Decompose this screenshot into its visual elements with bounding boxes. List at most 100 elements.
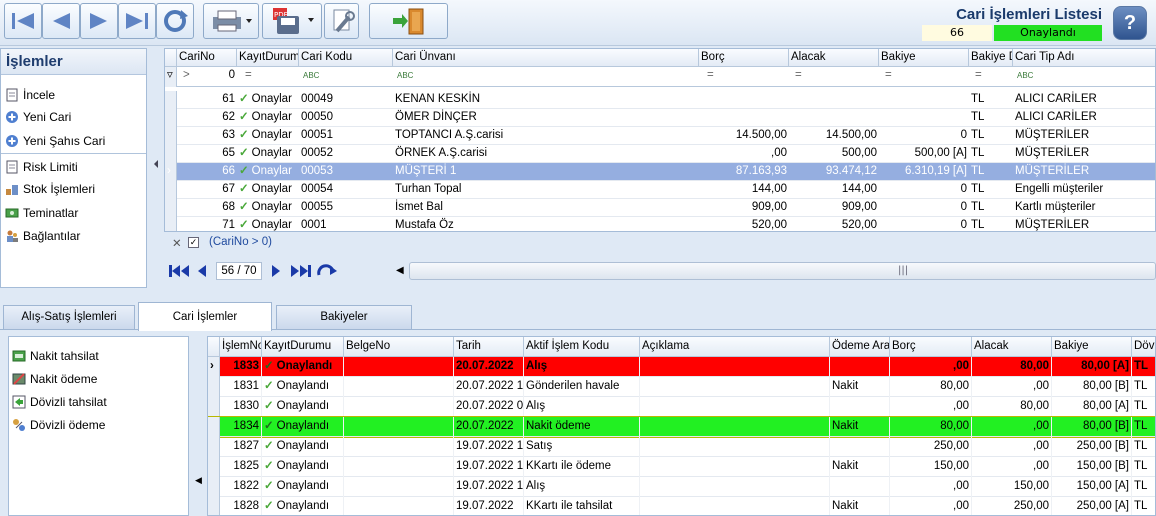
cell-odeme (830, 397, 890, 417)
tab-cari-islemler[interactable]: Cari İşlemler (138, 302, 272, 331)
header-doviz[interactable]: Döviz (1132, 337, 1155, 357)
cell-tarih: 19.07.2022 (454, 497, 524, 515)
first-record-button[interactable] (4, 3, 42, 39)
table-row[interactable]: 1822 ✓ Onaylandı 19.07.2022 1 Alış ,00 150,00 1… (208, 477, 1155, 497)
filter-arrow-icon: > (183, 69, 190, 81)
cell-bd: TL (971, 183, 985, 195)
table-row[interactable]: 1825 ✓ Onaylandı 19.07.2022 1 KKartı ile öde… (208, 457, 1155, 477)
export-pdf-button[interactable]: PDF (262, 3, 322, 39)
ops2-item-cash-collection[interactable]: Nakit tahsilat (12, 347, 99, 365)
ops-item-guarantees[interactable]: Teminatlar (5, 204, 78, 222)
header-belge-no[interactable]: BelgeNo (344, 337, 454, 357)
header-islem-no[interactable]: İşlemNo (220, 337, 262, 357)
left-splitter[interactable] (149, 48, 163, 288)
ops-item-new-person-account[interactable]: Yeni Şahıs Cari (5, 132, 105, 150)
horizontal-scrollbar[interactable]: ||| (409, 262, 1156, 280)
row-indicator (165, 199, 177, 217)
nav-first-icon[interactable] (168, 264, 190, 278)
status-text: Onaylar (251, 201, 292, 213)
previous-record-button[interactable] (42, 3, 80, 39)
header-alacak[interactable]: Alacak (789, 49, 879, 67)
header-cari-tip-adi[interactable]: Cari Tip Adı (1013, 49, 1155, 67)
filter-value[interactable]: 0 (205, 67, 237, 85)
header-aktif-islem-kodu[interactable]: Aktif İşlem Kodu (524, 337, 640, 357)
cell-status: ✓ Onaylar (237, 127, 299, 145)
ops-item-view[interactable]: İncele (5, 86, 55, 104)
clear-filter-icon[interactable]: ✕ (172, 236, 182, 250)
header-cari-kodu[interactable]: Cari Kodu (299, 49, 393, 67)
ops2-item-fx-payment[interactable]: Dövizli ödeme (12, 416, 105, 434)
cell-doviz: TL (1132, 437, 1155, 457)
ops2-item-cash-payment[interactable]: Nakit ödeme (12, 370, 97, 388)
table-row[interactable]: 67 ✓ Onaylar 00054 Turhan Topal 144,00 144,00 0… (165, 181, 1155, 199)
table-row[interactable]: › 1833 ✓ Onaylandı 20.07.2022 Alış ,00 80,00 80,… (208, 357, 1155, 377)
exit-button[interactable] (369, 3, 448, 39)
header-cari-no[interactable]: CariNo (177, 49, 237, 67)
tab-bakiyeler[interactable]: Bakiyeler (276, 305, 412, 329)
cell-name: TOPTANCI A.Ş.carisi (395, 129, 504, 141)
settings-button[interactable] (324, 3, 359, 39)
table-row[interactable]: 1831 ✓ Onaylandı 20.07.2022 1 Gönderilen hav… (208, 377, 1155, 397)
table-row[interactable]: 1828 ✓ Onaylandı 19.07.2022 KKartı ile tahsi… (208, 497, 1155, 515)
nav-last-icon[interactable] (290, 264, 312, 278)
filter-checkbox[interactable]: ✓ (188, 237, 199, 248)
filter-icon: ▿ (165, 67, 177, 87)
row-indicator (165, 217, 177, 231)
scroll-left-icon[interactable]: ◀ (396, 265, 404, 276)
filter-expression[interactable]: (CariNo > 0) (209, 236, 272, 248)
header-kayit-durumu[interactable]: KayıtDurumu (262, 337, 344, 357)
cell-doviz: TL (1132, 417, 1155, 437)
ops-item-risk-limit[interactable]: Risk Limiti (5, 158, 78, 176)
cell-bakiye (879, 91, 969, 109)
cell-no: 1828 (220, 497, 262, 515)
check-icon: ✓ (264, 460, 274, 472)
ops-item-label: Yeni Cari (23, 110, 72, 124)
header-odeme-araci[interactable]: Ödeme Araı (830, 337, 890, 357)
cell-tip: MÜŞTERİLER (1015, 147, 1090, 159)
row-indicator (208, 457, 220, 477)
cell-tip: ALICI CARİLER (1015, 111, 1097, 123)
header-cari-unvani[interactable]: Cari Ünvanı (393, 49, 699, 67)
nav-next-icon[interactable] (270, 264, 282, 278)
header-alacak[interactable]: Alacak (972, 337, 1052, 357)
collapse-left-icon[interactable]: ◀ (195, 476, 202, 486)
table-row[interactable]: 1834 ✓ Onaylandı 20.07.2022 Nakit ödeme Nakit… (208, 416, 1155, 438)
table-row[interactable]: 61 ✓ Onaylar 00049 KENAN KESKİN TL ALICI CARİL… (165, 91, 1155, 109)
table-row[interactable]: 71 ✓ Onaylar 0001 Mustafa Öz 520,00 520,00 0 TL M… (165, 217, 1155, 231)
header-tarih[interactable]: Tarih (454, 337, 524, 357)
cell-status: ✓ Onaylandı (262, 397, 344, 417)
header-bakiye[interactable]: Bakiye (879, 49, 969, 67)
last-record-button[interactable] (118, 3, 156, 39)
table-row[interactable]: 65 ✓ Onaylar 00052 ÖRNEK A.Ş.carisi ,00 500,00… (165, 145, 1155, 163)
table-row[interactable]: 68 ✓ Onaylar 00055 İsmet Bal 909,00 909,00 0 TL K… (165, 199, 1155, 217)
table-row[interactable]: 1830 ✓ Onaylandı 20.07.2022 0 Alış ,00 80,00 80… (208, 397, 1155, 417)
refresh-button[interactable] (156, 3, 194, 39)
header-bakiye[interactable]: Bakiye (1052, 337, 1132, 357)
ops-item-new-account[interactable]: Yeni Cari (5, 108, 71, 126)
header-aciklama[interactable]: Açıklama (640, 337, 830, 357)
header-borc[interactable]: Borç (699, 49, 789, 67)
nav-refresh-icon[interactable] (316, 263, 338, 279)
filter-row[interactable]: ▿ > 0 = ABC ABC = = = = ABC (165, 67, 1155, 87)
ops-item-connections[interactable]: Bağlantılar (5, 227, 80, 245)
ops-item-stock[interactable]: Stok İşlemleri (5, 180, 95, 198)
table-row[interactable]: 63 ✓ Onaylar 00051 TOPTANCI A.Ş.carisi 14.500… (165, 127, 1155, 145)
header-bakiye-d[interactable]: Bakiye D (969, 49, 1013, 67)
ops2-item-fx-collection[interactable]: Dövizli tahsilat (12, 393, 107, 411)
table-row[interactable]: 1827 ✓ Onaylandı 19.07.2022 1 Satış 250,00,00… (208, 437, 1155, 457)
header-borc[interactable]: Borç (890, 337, 972, 357)
tab-alis-satis[interactable]: Alış-Satış İşlemleri (3, 305, 135, 329)
cell-no: 68 (222, 201, 235, 213)
help-button[interactable]: ? (1113, 6, 1147, 40)
ops-item-label: Teminatlar (23, 206, 79, 220)
print-button[interactable] (203, 3, 259, 39)
header-kayit-durumu[interactable]: KayıtDurumu (237, 49, 299, 67)
cell-odeme: Nakit (830, 377, 890, 397)
cell-bakiye: 0 (960, 183, 967, 195)
table-row[interactable]: 62 ✓ Onaylar 00050 ÖMER DİNÇER TL ALICI CARİLE… (165, 109, 1155, 127)
next-record-button[interactable] (80, 3, 118, 39)
cell-borc: ,00 (890, 357, 972, 377)
nav-previous-icon[interactable] (196, 264, 208, 278)
table-row[interactable]: › 66 ✓ Onaylar 00053 MÜŞTERİ 1 87.163,93 93.474… (165, 163, 1155, 181)
refresh-icon (164, 10, 188, 32)
